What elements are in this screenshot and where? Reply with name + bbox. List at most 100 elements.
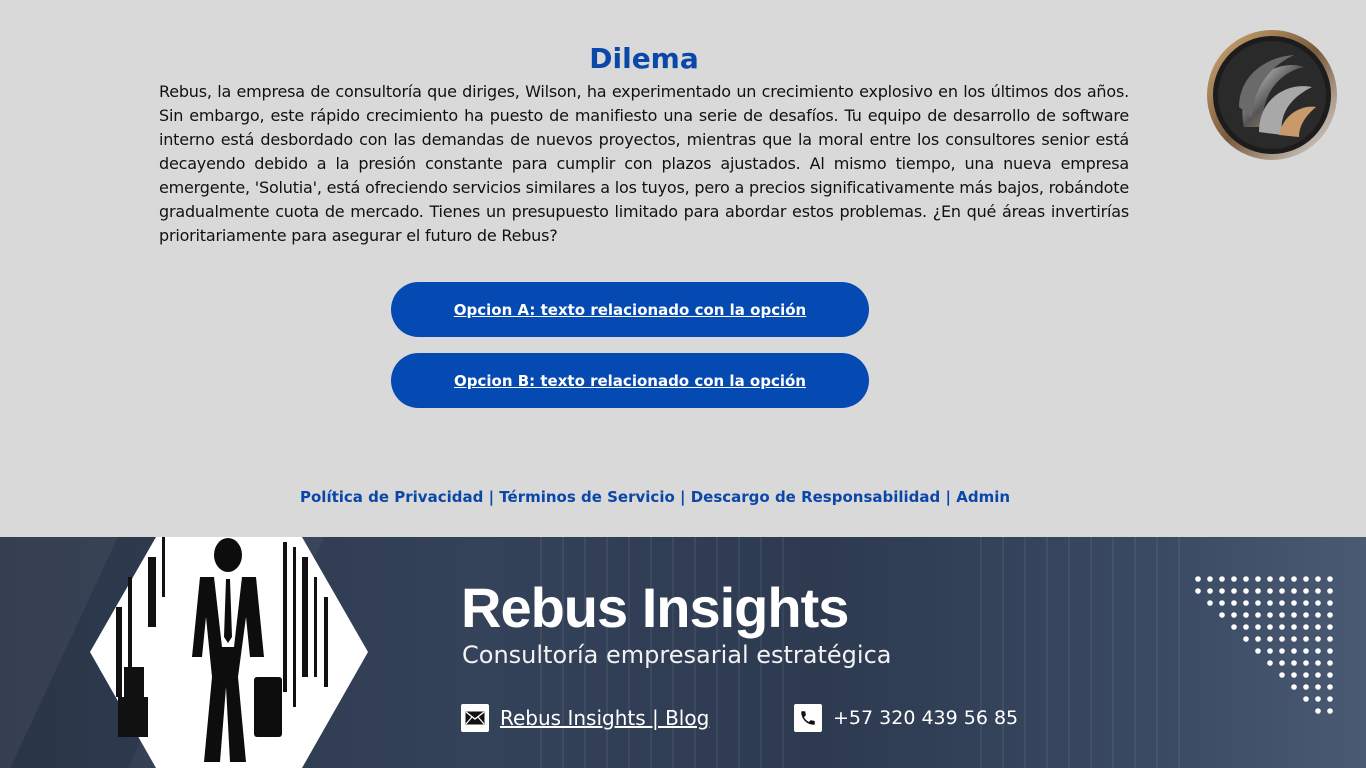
blog-link[interactable]: Rebus Insights | Blog: [500, 706, 709, 730]
decorative-dot: [1279, 660, 1285, 666]
decorative-dot: [1327, 588, 1333, 594]
decorative-dot: [1303, 660, 1309, 666]
decorative-dot: [1207, 576, 1213, 582]
decorative-dot: [1291, 636, 1297, 642]
decorative-dot: [1327, 600, 1333, 606]
decorative-dot: [1279, 588, 1285, 594]
decorative-dot: [1243, 612, 1249, 618]
decorative-dot: [1279, 636, 1285, 642]
decorative-dot: [1315, 576, 1321, 582]
option-b-label[interactable]: Opcion B: texto relacionado con la opció…: [454, 372, 806, 390]
decorative-dot: [1231, 624, 1237, 630]
decorative-dot: [1231, 588, 1237, 594]
admin-link[interactable]: Admin: [956, 488, 1010, 506]
decorative-dot: [1219, 576, 1225, 582]
decorative-dot: [1291, 660, 1297, 666]
privacy-policy-link[interactable]: Política de Privacidad: [300, 488, 483, 506]
separator: |: [488, 488, 495, 506]
decorative-dot: [1291, 612, 1297, 618]
decorative-dot: [1303, 696, 1309, 702]
decorative-dot: [1315, 696, 1321, 702]
decorative-dot: [1327, 672, 1333, 678]
decorative-dot: [1303, 648, 1309, 654]
decorative-dot: [1279, 600, 1285, 606]
decorative-dot: [1315, 612, 1321, 618]
decorative-dot: [1327, 612, 1333, 618]
decorative-dot: [1195, 576, 1201, 582]
dot-pattern-decoration: [1195, 576, 1333, 714]
decorative-dot: [1303, 624, 1309, 630]
decorative-dot: [1315, 660, 1321, 666]
decorative-dot: [1267, 660, 1273, 666]
decorative-dot: [1327, 576, 1333, 582]
decorative-dot: [1291, 648, 1297, 654]
decorative-dot: [1243, 600, 1249, 606]
decorative-dot: [1243, 576, 1249, 582]
decorative-dot: [1255, 588, 1261, 594]
option-b-button[interactable]: Opcion B: texto relacionado con la opció…: [391, 353, 869, 408]
decorative-dot: [1267, 648, 1273, 654]
decorative-dot: [1303, 612, 1309, 618]
separator: |: [945, 488, 951, 506]
decorative-dot: [1279, 672, 1285, 678]
decorative-dot: [1315, 672, 1321, 678]
decorative-dot: [1327, 648, 1333, 654]
decorative-dot: [1315, 648, 1321, 654]
decorative-dot: [1267, 636, 1273, 642]
decorative-dot: [1327, 624, 1333, 630]
mail-icon: [461, 704, 489, 732]
rebus-banner: Rebus Insights Consultoría empresarial e…: [0, 537, 1366, 768]
decorative-dot: [1255, 612, 1261, 618]
decorative-dot: [1267, 576, 1273, 582]
decorative-dot: [1267, 600, 1273, 606]
phone-icon: [794, 704, 822, 732]
decorative-dot: [1195, 588, 1201, 594]
decorative-dot: [1303, 672, 1309, 678]
option-a-button[interactable]: Opcion A: texto relacionado con la opció…: [391, 282, 869, 337]
decorative-dot: [1267, 624, 1273, 630]
decorative-dot: [1243, 588, 1249, 594]
decorative-dot: [1303, 636, 1309, 642]
dilemma-text: Rebus, la empresa de consultoría que dir…: [159, 82, 1129, 245]
decorative-dot: [1207, 588, 1213, 594]
decorative-dot: [1327, 660, 1333, 666]
decorative-dot: [1327, 696, 1333, 702]
decorative-dot: [1267, 612, 1273, 618]
decorative-dot: [1279, 576, 1285, 582]
decorative-dot: [1327, 684, 1333, 690]
decorative-dot: [1255, 576, 1261, 582]
decorative-dot: [1291, 600, 1297, 606]
decorative-dot: [1255, 636, 1261, 642]
disclaimer-link[interactable]: Descargo de Responsabilidad: [691, 488, 941, 506]
decorative-dot: [1315, 708, 1321, 714]
decorative-dot: [1315, 624, 1321, 630]
decorative-dot: [1255, 600, 1261, 606]
banner-subtitle: Consultoría empresarial estratégica: [462, 641, 892, 669]
decorative-dot: [1291, 624, 1297, 630]
blog-link-row[interactable]: Rebus Insights | Blog: [461, 704, 709, 732]
phone-row: +57 320 439 56 85: [794, 704, 1018, 732]
decorative-dot: [1243, 636, 1249, 642]
decorative-dot: [1291, 672, 1297, 678]
decorative-dot: [1243, 624, 1249, 630]
terms-of-service-link[interactable]: Términos de Servicio: [499, 488, 674, 506]
decorative-dot: [1219, 612, 1225, 618]
decorative-dot: [1327, 708, 1333, 714]
decorative-dot: [1315, 588, 1321, 594]
decorative-dot: [1219, 588, 1225, 594]
decorative-dot: [1303, 588, 1309, 594]
decorative-dot: [1255, 648, 1261, 654]
decorative-dot: [1303, 576, 1309, 582]
decorative-dot: [1207, 600, 1213, 606]
option-a-label[interactable]: Opcion A: texto relacionado con la opció…: [454, 301, 806, 319]
separator: |: [680, 488, 686, 506]
decorative-dot: [1255, 624, 1261, 630]
decorative-dot: [1291, 684, 1297, 690]
decorative-dot: [1279, 648, 1285, 654]
dilemma-title: Dilema: [589, 42, 699, 75]
decorative-dot: [1231, 612, 1237, 618]
decorative-dot: [1315, 600, 1321, 606]
phone-number: +57 320 439 56 85: [833, 707, 1019, 729]
decorative-dot: [1219, 600, 1225, 606]
decorative-dot: [1267, 588, 1273, 594]
